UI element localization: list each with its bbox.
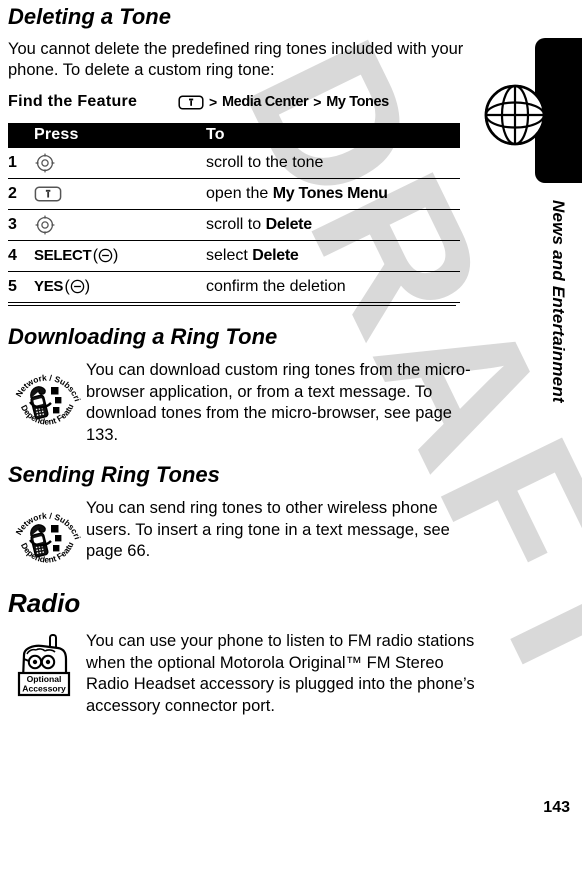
menu-key-icon [34, 186, 62, 202]
step-press-cell: YES ( ) [30, 271, 206, 303]
step-text-bold: My Tones Menu [272, 185, 388, 202]
step-description: open the My Tones Menu [206, 178, 460, 210]
find-the-feature-label: Find the Feature [8, 93, 138, 110]
step-number: 5 [8, 271, 30, 303]
note-text: You can use your phone to listen to FM r… [86, 632, 475, 715]
soft-key-icon [98, 249, 113, 263]
step-number: 4 [8, 240, 30, 272]
header-press: Press [30, 123, 206, 148]
heading-downloading-a-ring-tone: Downloading a Ring Tone [8, 324, 278, 349]
step-text: scroll to the tone [206, 154, 324, 171]
note-icon-wrapper: Network / Subscription Dependent Feature [8, 360, 86, 434]
table-row: 2 open the My Tones Menu [8, 178, 460, 210]
note-downloading: Network / Subscription Dependent Feature [8, 360, 480, 446]
chapter-tab-title: News and Entertainment [549, 200, 568, 403]
path-separator-1: > [209, 94, 217, 110]
step-text: confirm the deletion [206, 278, 346, 295]
step-description: confirm the deletion [206, 271, 460, 303]
step-description: select Delete [206, 240, 460, 272]
step-press-cell [30, 209, 206, 241]
page-number: 143 [543, 799, 570, 816]
step-press-cell [30, 148, 206, 179]
header-step-number [8, 123, 30, 148]
note-icon-wrapper: Optional Accessory [8, 631, 86, 701]
step-text: open the [206, 185, 273, 202]
step-description: scroll to Delete [206, 209, 460, 241]
globe-icon [484, 84, 546, 146]
steps-table-header-row: Press To [8, 123, 460, 148]
network-subscription-dependent-feature-icon: Network / Subscription Dependent Feature [11, 362, 83, 427]
header-to: To [206, 123, 460, 148]
path-item-media-center: Media Center [221, 94, 309, 110]
svg-text:Network / Subscription: Network / Subscription [11, 500, 83, 541]
step-text: scroll to [206, 216, 266, 233]
page-content: Deleting a Tone You cannot delete the pr… [8, 0, 480, 717]
note-icon-wrapper: Network / Subscription Dependent Feature [8, 498, 86, 572]
soft-key-icon [70, 280, 85, 294]
step-press-cell: SELECT ( ) [30, 240, 206, 272]
table-row: 4 SELECT ( ) select Delete [8, 240, 460, 272]
path-item-my-tones: My Tones [326, 94, 389, 110]
step-description: scroll to the tone [206, 148, 460, 179]
optional-accessory-icon: Optional Accessory [17, 634, 71, 697]
navigation-key-icon [35, 215, 55, 235]
svg-text:Network / Subscription: Network / Subscription [11, 362, 83, 403]
step-number: 2 [8, 178, 30, 210]
heading-radio: Radio [8, 588, 81, 618]
network-subscription-dependent-feature-icon: Network / Subscription Dependent Feature [11, 500, 83, 565]
path-separator-2: > [313, 94, 322, 110]
intro-paragraph: You cannot delete the predefined ring to… [8, 40, 464, 79]
note-text: You can send ring tones to other wireles… [86, 499, 450, 560]
svg-text:Optional: Optional [27, 674, 62, 684]
note-radio: Optional Accessory You can use your phon… [8, 631, 480, 717]
step-text-bold: Delete [252, 247, 299, 264]
step-number: 3 [8, 209, 30, 241]
table-row: 1 scroll to the tone [8, 148, 460, 179]
svg-text:Accessory: Accessory [22, 684, 66, 694]
navigation-key-icon [35, 153, 55, 173]
note-text: You can download custom ring tones from … [86, 361, 471, 444]
table-row: 5 YES ( ) confirm the deletion [8, 271, 460, 303]
table-row: 3 scroll to Delete [8, 209, 460, 241]
step-text-bold: Delete [265, 216, 313, 233]
table-bottom-rule [8, 305, 456, 306]
soft-key-label: SELECT [34, 247, 92, 264]
step-number: 1 [8, 148, 30, 179]
step-text: select [206, 247, 253, 264]
find-the-feature-path: > Media Center > My Tones [178, 94, 389, 110]
step-press-cell [30, 178, 206, 210]
heading-deleting-a-tone: Deleting a Tone [8, 4, 171, 29]
soft-key-label: YES [34, 278, 64, 295]
heading-sending-ring-tones: Sending Ring Tones [8, 462, 220, 487]
steps-table: Press To 1 scroll to the tone 2 open the… [8, 123, 460, 303]
menu-key-icon [178, 94, 204, 110]
note-sending: Network / Subscription Dependent Feature [8, 498, 480, 572]
find-the-feature-row: Find the Feature > Media Center > My Ton… [8, 93, 480, 111]
manual-page: News and Entertainment Deleting a Tone Y… [0, 0, 582, 837]
